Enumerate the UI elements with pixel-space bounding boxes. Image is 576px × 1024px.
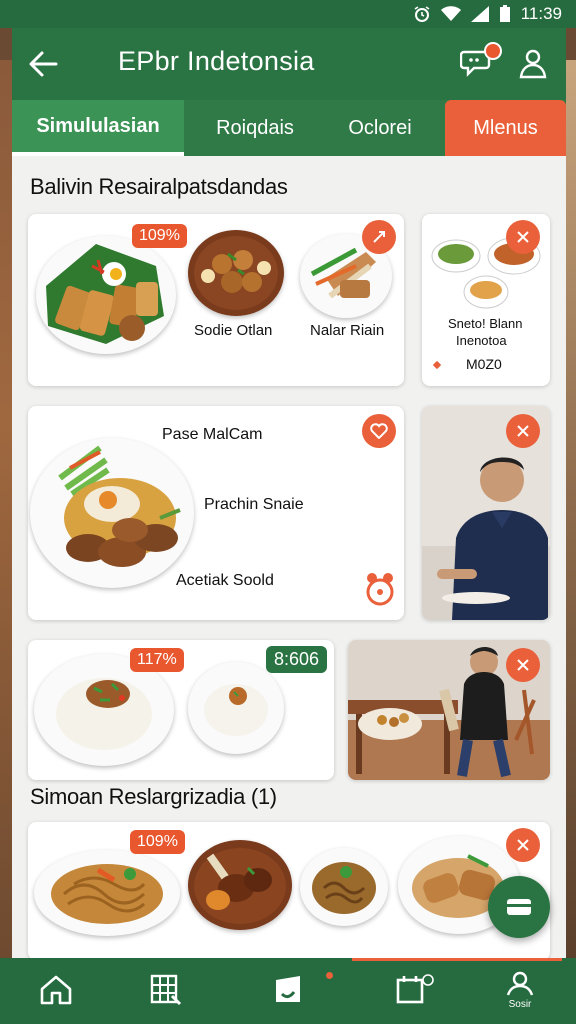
discount-badge: 109% — [132, 224, 187, 248]
home-icon — [40, 975, 72, 1005]
discount-badge-3: 109% — [130, 830, 185, 854]
price-badge: 8:606 — [266, 646, 328, 673]
tab-bar: Simululasian Roiqdais Oclorei Mlenus — [12, 100, 566, 156]
dish-label-acetiak: Acetiak Soold — [176, 572, 274, 589]
calendar-icon — [396, 974, 434, 1004]
notification-dot — [484, 42, 502, 60]
tab-mlenus[interactable]: Mlenus — [445, 100, 566, 156]
side-photo-man-eating — [422, 406, 550, 620]
price-marker-icon — [432, 360, 442, 370]
app-title: EPbr Indetonsia — [118, 46, 315, 76]
dish-image-braised-beef — [188, 840, 292, 930]
side-photo-man-seated — [348, 640, 550, 780]
side-card-1[interactable]: Sneto! Blann Inenotoa M0Z0 — [422, 214, 550, 386]
tab-roiqdais[interactable]: Roiqdais — [192, 100, 318, 156]
expand-arrows-icon-3[interactable] — [506, 414, 540, 448]
nav-notification-dot — [326, 972, 333, 979]
cart-fab-button[interactable] — [488, 876, 550, 938]
dish-card-1[interactable]: 109% Sodie Otlan Nalar Riain — [28, 214, 404, 386]
section-title-2: Simoan Reslargrizadia (1) — [30, 784, 277, 809]
discount-badge-2: 117% — [130, 648, 184, 672]
content-area: Balivin Resairalpatsdandas 109% Sodie Ot… — [12, 156, 566, 960]
app-bar: EPbr Indetonsia — [12, 28, 566, 100]
expand-arrows-icon[interactable] — [362, 220, 396, 254]
tab-oclorei[interactable]: Oclorei — [322, 100, 438, 156]
nav-home[interactable] — [34, 968, 78, 1012]
user-profile-icon[interactable] — [516, 46, 550, 80]
side-label-line1: Sneto! Blann — [448, 316, 523, 331]
bottom-nav: Sosir — [0, 958, 576, 1024]
side-price: M0Z0 — [466, 356, 502, 372]
menu-grid-icon — [150, 974, 182, 1006]
back-arrow-icon[interactable] — [26, 46, 62, 82]
dish-image-stir-fry — [300, 848, 388, 926]
alarm-icon — [413, 5, 431, 23]
dish-card-4[interactable]: 109% — [28, 822, 550, 960]
dish-label-prachin: Prachin Snaie — [204, 496, 304, 513]
dish-label-pase: Pase MalCam — [162, 426, 263, 443]
expand-arrows-icon-2[interactable] — [506, 220, 540, 254]
section-title-1: Balivin Resairalpatsdandas — [30, 174, 288, 199]
wifi-icon — [440, 6, 461, 22]
nav-profile[interactable]: Sosir — [498, 968, 542, 1012]
dish-image-meatballs — [188, 230, 284, 316]
spice-level-icon — [366, 573, 394, 606]
tab-simululasian[interactable]: Simululasian — [12, 100, 184, 156]
nav-calendar[interactable] — [392, 968, 436, 1012]
nav-profile-label: Sosir — [508, 998, 532, 1010]
expand-arrows-icon-4[interactable] — [506, 648, 540, 682]
dish-label-3: Nalar Riain — [310, 322, 385, 339]
orders-icon — [276, 976, 300, 1002]
nav-orders[interactable] — [266, 968, 310, 1012]
nav-menu[interactable] — [144, 968, 188, 1012]
dish-label-2: Sodie Otlan — [194, 322, 273, 339]
dish-image-plain-rice — [188, 662, 284, 754]
side-label-line2: Inenotoa — [456, 333, 507, 348]
profile-icon — [506, 971, 534, 995]
signal-icon — [470, 6, 489, 22]
battery-icon — [499, 5, 511, 23]
dish-image-fried-tofu — [36, 236, 176, 354]
nav-accent-line — [352, 958, 562, 961]
dish-card-2[interactable]: Pase MalCam Prachin Snaie Acetiak Soold — [28, 406, 404, 620]
card-icon — [507, 899, 531, 915]
dish-image-noodles — [34, 850, 180, 936]
status-time: 11:39 — [520, 4, 562, 23]
status-bar: 11:39 — [0, 0, 576, 28]
expand-arrows-icon-5[interactable] — [506, 828, 540, 862]
dish-card-3[interactable]: 117% 8:606 — [28, 640, 334, 780]
favorite-heart-icon[interactable] — [362, 414, 396, 448]
dish-image-fried-chicken — [30, 438, 194, 588]
